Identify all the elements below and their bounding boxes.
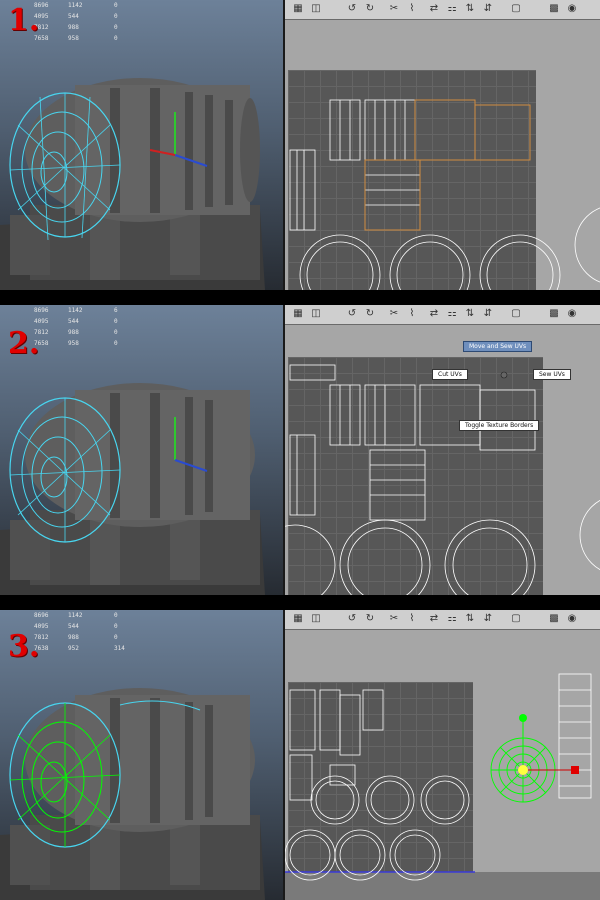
hud-row: 7812 988 0 [34, 329, 118, 336]
step-panel-3: 8696 1142 0 4095 544 0 7812 988 0 7638 952 314 3… [0, 610, 600, 900]
hud-row: 7812 988 0 [34, 634, 118, 641]
hud-row: 7638 952 314 [34, 645, 125, 652]
hud-row: 4095 544 0 [34, 318, 118, 325]
viewport-3d[interactable]: 8696 1142 6 4095 544 0 7812 988 0 7658 958 0 2. [0, 305, 283, 595]
uv-texture-editor[interactable]: ▦ ◫ ↺ ↻ ✂ ⌇ ⇄ ⚏ ⇅ ⇵ ▢ ▩ ◉ [283, 610, 600, 900]
cut-uvs-menu-item[interactable]: Cut UVs [432, 369, 468, 380]
viewport-3d[interactable]: 8696 1142 0 4095 544 0 7812 988 0 7638 952 314 3… [0, 610, 283, 900]
uv-shells [285, 364, 600, 595]
hud-row: 4095 544 0 [34, 623, 118, 630]
move-and-sew-uvs-menu-item[interactable]: Move and Sew UVs [463, 341, 533, 352]
hud-row: 8696 1142 0 [34, 2, 118, 9]
hud-row: 7658 958 0 [34, 340, 118, 347]
hud-row: 4095 544 0 [34, 13, 118, 20]
poly-count-hud: 8696 1142 6 4095 544 0 7812 988 0 7658 958 0 [34, 305, 144, 349]
sew-uvs-menu-item[interactable]: Sew UVs [533, 369, 571, 380]
toggle-texture-borders-menu-item[interactable]: Toggle Texture Borders [459, 420, 540, 431]
uv-texture-editor[interactable]: ▦ ◫ ↺ ↻ ✂ ⌇ ⇄ ⚏ ⇅ ⇵ ▢ ▩ ◉ [283, 0, 600, 290]
uv-shells [289, 99, 600, 290]
viewport-3d[interactable]: 8696 1142 0 4095 544 0 7812 988 0 7658 958 0 1. [0, 0, 283, 290]
uv-texture-editor[interactable]: ▦ ◫ ↺ ↻ ✂ ⌇ ⇄ ⚏ ⇅ ⇵ ▢ ▩ ◉ [283, 305, 600, 595]
hud-row: 7658 958 0 [34, 35, 118, 42]
step-panel-1: 8696 1142 0 4095 544 0 7812 988 0 7658 958 0 1. … [0, 0, 600, 290]
hud-row: 8696 1142 6 [34, 307, 118, 314]
hud-row: 7812 988 0 [34, 24, 118, 31]
hud-row: 8696 1142 0 [34, 612, 118, 619]
poly-count-hud: 8696 1142 0 4095 544 0 7812 988 0 7658 958 0 [34, 0, 144, 44]
step-number-label: 1. [8, 3, 40, 38]
step-number-label: 2. [8, 326, 40, 361]
poly-count-hud: 8696 1142 0 4095 544 0 7812 988 0 7638 952 314 [34, 610, 144, 654]
uv-shells [285, 673, 592, 881]
step-panel-2: 8696 1142 6 4095 544 0 7812 988 0 7658 958 0 2. … [0, 305, 600, 595]
step-number-label: 3. [8, 629, 40, 664]
